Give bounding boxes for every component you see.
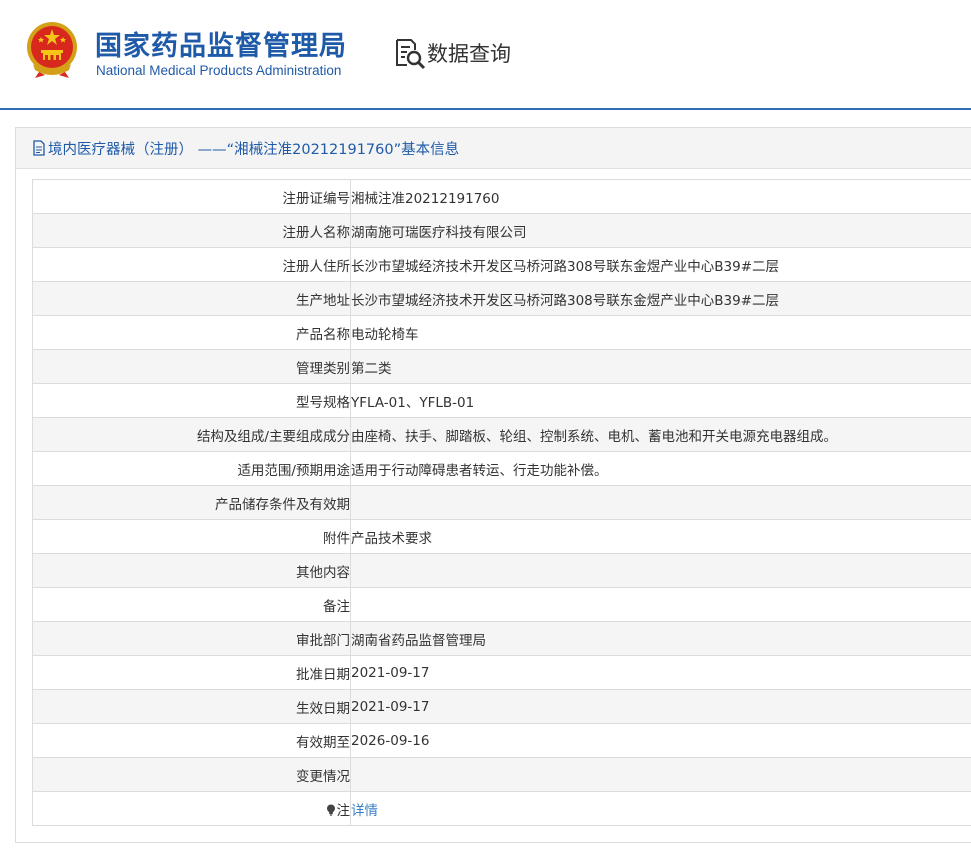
table-row: 附件 产品技术要求 (32, 519, 971, 554)
row-value (350, 485, 971, 520)
site-title-english: National Medical Products Administration (96, 63, 342, 78)
row-label: 生产地址 (32, 281, 351, 316)
document-icon (33, 140, 45, 156)
data-query-link[interactable]: 数据查询 (393, 36, 511, 70)
row-label: 产品名称 (32, 315, 351, 350)
table-row: 注册证编号 湘械注准20212191760 (32, 179, 971, 214)
row-label: 生效日期 (32, 689, 351, 724)
table-row: 产品储存条件及有效期 (32, 485, 971, 520)
row-value: 第二类 (350, 349, 971, 384)
table-row: 其他内容 (32, 553, 971, 588)
table-row: 生产地址 长沙市望城经济技术开发区马桥河路308号联东金煜产业中心B39#二层 (32, 281, 971, 316)
row-value: 湖南施可瑞医疗科技有限公司 (350, 213, 971, 248)
row-value: 2021-09-17 (350, 655, 971, 690)
row-value: 长沙市望城经济技术开发区马桥河路308号联东金煜产业中心B39#二层 (350, 281, 971, 316)
data-query-label: 数据查询 (427, 42, 511, 66)
table-row: 适用范围/预期用途 适用于行动障碍患者转运、行走功能补偿。 (32, 451, 971, 486)
row-label: 变更情况 (32, 757, 351, 792)
row-label: 附件 (32, 519, 351, 554)
row-label: 型号规格 (32, 383, 351, 418)
table-row: 管理类别 第二类 (32, 349, 971, 384)
row-label: 有效期至 (32, 723, 351, 758)
row-label: 审批部门 (32, 621, 351, 656)
document-search-icon (396, 39, 426, 70)
row-value: 湖南省药品监督管理局 (350, 621, 971, 656)
site-header: 国家药品监督管理局 National Medical Products Admi… (0, 0, 971, 108)
row-value: 由座椅、扶手、脚踏板、轮组、控制系统、电机、蓄电池和开关电源充电器组成。 (350, 417, 971, 452)
header-divider (0, 108, 971, 110)
table-row: 注册人名称 湖南施可瑞医疗科技有限公司 (32, 213, 971, 248)
table-row: 产品名称 电动轮椅车 (32, 315, 971, 350)
row-value: 2021-09-17 (350, 689, 971, 724)
row-value: 电动轮椅车 (350, 315, 971, 350)
table-row: 有效期至 2026-09-16 (32, 723, 971, 758)
row-value: 产品技术要求 (350, 519, 971, 554)
row-label: 适用范围/预期用途 (32, 451, 351, 486)
row-value (350, 757, 971, 792)
national-emblem-icon (27, 22, 77, 78)
table-row: 备注 (32, 587, 971, 622)
lightbulb-icon (326, 804, 335, 816)
note-label-cell: 注 (32, 791, 351, 826)
row-label: 产品储存条件及有效期 (32, 485, 351, 520)
row-label: 其他内容 (32, 553, 351, 588)
note-value-cell: 详情 (350, 791, 971, 826)
row-value: 2026-09-16 (350, 723, 971, 758)
row-value (350, 587, 971, 622)
row-label: 批准日期 (32, 655, 351, 690)
panel-title: 境内医疗器械（注册） ——“湘械注准20212191760”基本信息 (48, 141, 460, 158)
table-row: 生效日期 2021-09-17 (32, 689, 971, 724)
table-row: 型号规格 YFLA-01、YFLB-01 (32, 383, 971, 418)
row-value (350, 553, 971, 588)
site-title: 国家药品监督管理局 (95, 31, 347, 62)
info-table: 注册证编号 湘械注准20212191760 注册人名称 湖南施可瑞医疗科技有限公司 … (32, 179, 971, 826)
row-value: YFLA-01、YFLB-01 (350, 383, 971, 418)
row-value: 长沙市望城经济技术开发区马桥河路308号联东金煜产业中心B39#二层 (350, 247, 971, 282)
row-label: 结构及组成/主要组成成分 (32, 417, 351, 452)
info-panel: 境内医疗器械（注册） ——“湘械注准20212191760”基本信息 注册证编号… (15, 127, 971, 843)
details-link[interactable]: 详情 (352, 803, 379, 819)
table-row-note: 注 详情 (32, 791, 971, 826)
row-label: 备注 (32, 587, 351, 622)
table-row: 批准日期 2021-09-17 (32, 655, 971, 690)
row-label: 注册人住所 (32, 247, 351, 282)
table-row: 注册人住所 长沙市望城经济技术开发区马桥河路308号联东金煜产业中心B39#二层 (32, 247, 971, 282)
panel-header: 境内医疗器械（注册） ——“湘械注准20212191760”基本信息 (16, 128, 971, 169)
row-label: 注册证编号 (32, 179, 351, 214)
table-row: 变更情况 (32, 757, 971, 792)
row-label: 管理类别 (32, 349, 351, 384)
row-value: 湘械注准20212191760 (350, 179, 971, 214)
row-label: 注册人名称 (32, 213, 351, 248)
row-value: 适用于行动障碍患者转运、行走功能补偿。 (350, 451, 971, 486)
table-row: 结构及组成/主要组成成分 由座椅、扶手、脚踏板、轮组、控制系统、电机、蓄电池和开关… (32, 417, 971, 452)
note-label: 注 (336, 802, 350, 819)
table-row: 审批部门 湖南省药品监督管理局 (32, 621, 971, 656)
